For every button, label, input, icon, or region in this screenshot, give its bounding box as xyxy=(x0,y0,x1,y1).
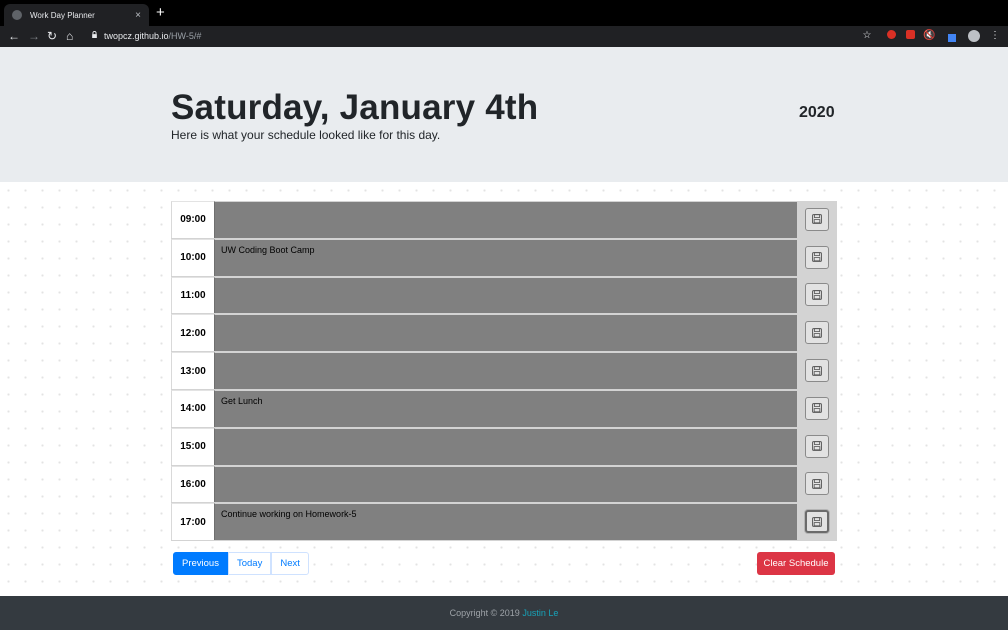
floppy-disk-icon xyxy=(812,365,822,376)
save-cell xyxy=(797,238,837,276)
time-block: 13:00 xyxy=(171,352,837,390)
save-button[interactable] xyxy=(805,207,829,231)
save-button[interactable] xyxy=(805,434,829,458)
floppy-disk-icon xyxy=(812,516,822,527)
save-cell xyxy=(797,503,837,541)
save-cell xyxy=(797,465,837,503)
save-cell xyxy=(797,276,837,314)
time-block: 10:00 UW Coding Boot Camp xyxy=(171,238,837,277)
tab-close-icon[interactable]: × xyxy=(135,10,141,21)
header-subtitle: Here is what your schedule looked like f… xyxy=(171,128,441,142)
url-path: /HW-5/# xyxy=(168,31,202,41)
profile-avatar[interactable] xyxy=(968,30,980,42)
hour-label: 10:00 xyxy=(171,238,214,276)
url-host: twopcz.github.io xyxy=(104,31,169,41)
time-block: 14:00 Get Lunch xyxy=(171,389,837,428)
task-input[interactable]: Get Lunch xyxy=(214,389,797,427)
task-input[interactable]: Continue working on Homework-5 xyxy=(214,503,797,541)
header-jumbotron: Saturday, January 4th 2020 Here is what … xyxy=(0,47,1008,182)
back-icon[interactable]: ← xyxy=(8,28,20,44)
hour-label: 13:00 xyxy=(171,352,214,389)
lock-icon xyxy=(92,31,97,38)
floppy-disk-icon xyxy=(812,479,822,489)
footer: Copyright © 2019 Justin Le xyxy=(0,596,1008,630)
task-input[interactable] xyxy=(214,314,797,352)
home-icon[interactable]: ⌂ xyxy=(66,28,73,44)
menu-icon[interactable]: ⋮ xyxy=(989,30,1001,42)
hour-label: 12:00 xyxy=(171,314,214,352)
save-button[interactable] xyxy=(805,283,829,307)
forward-icon[interactable]: → xyxy=(28,28,40,44)
clear-schedule-button[interactable]: Clear Schedule xyxy=(757,552,835,575)
reload-icon[interactable]: ↻ xyxy=(47,28,57,44)
time-block: 15:00 xyxy=(171,427,837,466)
save-button[interactable] xyxy=(805,510,829,534)
address-bar[interactable]: twopcz.github.io/HW-5/# xyxy=(104,30,201,42)
floppy-disk-icon xyxy=(812,403,822,414)
extension-icon[interactable] xyxy=(946,30,958,42)
floppy-disk-icon xyxy=(812,214,822,225)
hour-label: 16:00 xyxy=(171,465,214,503)
tab-title: Work Day Planner xyxy=(30,10,95,20)
hour-label: 14:00 xyxy=(171,389,214,427)
author-link[interactable]: Justin Le xyxy=(522,608,558,618)
floppy-disk-icon xyxy=(812,327,822,338)
time-block: 09:00 xyxy=(171,201,837,239)
save-button[interactable] xyxy=(805,396,829,420)
schedule-table: 09:00 10:00 UW Coding Boot Camp 11:00 12… xyxy=(171,201,837,542)
bookmark-star-icon[interactable]: ☆ xyxy=(861,30,873,42)
browser-tab-bar: Work Day Planner × + xyxy=(0,0,1008,26)
save-cell xyxy=(797,201,837,238)
floppy-disk-icon xyxy=(812,290,822,300)
mute-icon[interactable]: 🔇 xyxy=(923,30,935,42)
time-block: 11:00 xyxy=(171,276,837,315)
save-button[interactable] xyxy=(805,359,829,383)
current-year: 2020 xyxy=(799,104,835,121)
task-input[interactable] xyxy=(214,465,797,503)
hour-label: 17:00 xyxy=(171,503,214,541)
next-button[interactable]: Next xyxy=(271,552,309,575)
save-button[interactable] xyxy=(805,245,829,269)
copyright-text: Copyright © 2019 xyxy=(449,608,520,618)
time-block: 17:00 Continue working on Homework-5 xyxy=(171,503,837,542)
floppy-disk-icon xyxy=(812,252,822,263)
time-block: 12:00 xyxy=(171,314,837,353)
save-cell xyxy=(797,352,837,389)
task-input[interactable] xyxy=(214,352,797,389)
floppy-disk-icon xyxy=(812,441,822,452)
hour-label: 09:00 xyxy=(171,201,214,238)
previous-button[interactable]: Previous xyxy=(173,552,228,575)
current-date: Saturday, January 4th xyxy=(171,88,539,127)
browser-toolbar: ← → ↻ ⌂ twopcz.github.io/HW-5/# ☆ 🔇 ⋮ xyxy=(0,26,1008,47)
new-tab-button[interactable]: + xyxy=(156,5,165,21)
task-input[interactable] xyxy=(214,201,797,238)
today-button[interactable]: Today xyxy=(227,552,272,575)
save-cell xyxy=(797,427,837,465)
extension-icon[interactable] xyxy=(885,30,897,42)
task-input[interactable] xyxy=(214,427,797,465)
globe-icon xyxy=(12,10,22,20)
save-cell xyxy=(797,314,837,352)
browser-tab[interactable]: Work Day Planner × xyxy=(4,4,149,26)
save-cell xyxy=(797,389,837,427)
hour-label: 11:00 xyxy=(171,276,214,314)
time-block: 16:00 xyxy=(171,465,837,504)
day-navigation: Previous Today Next xyxy=(173,552,309,575)
extension-icon[interactable] xyxy=(904,30,916,42)
save-button[interactable] xyxy=(805,321,829,345)
hour-label: 15:00 xyxy=(171,427,214,465)
task-input[interactable]: UW Coding Boot Camp xyxy=(214,238,797,276)
save-button[interactable] xyxy=(805,472,829,496)
task-input[interactable] xyxy=(214,276,797,314)
